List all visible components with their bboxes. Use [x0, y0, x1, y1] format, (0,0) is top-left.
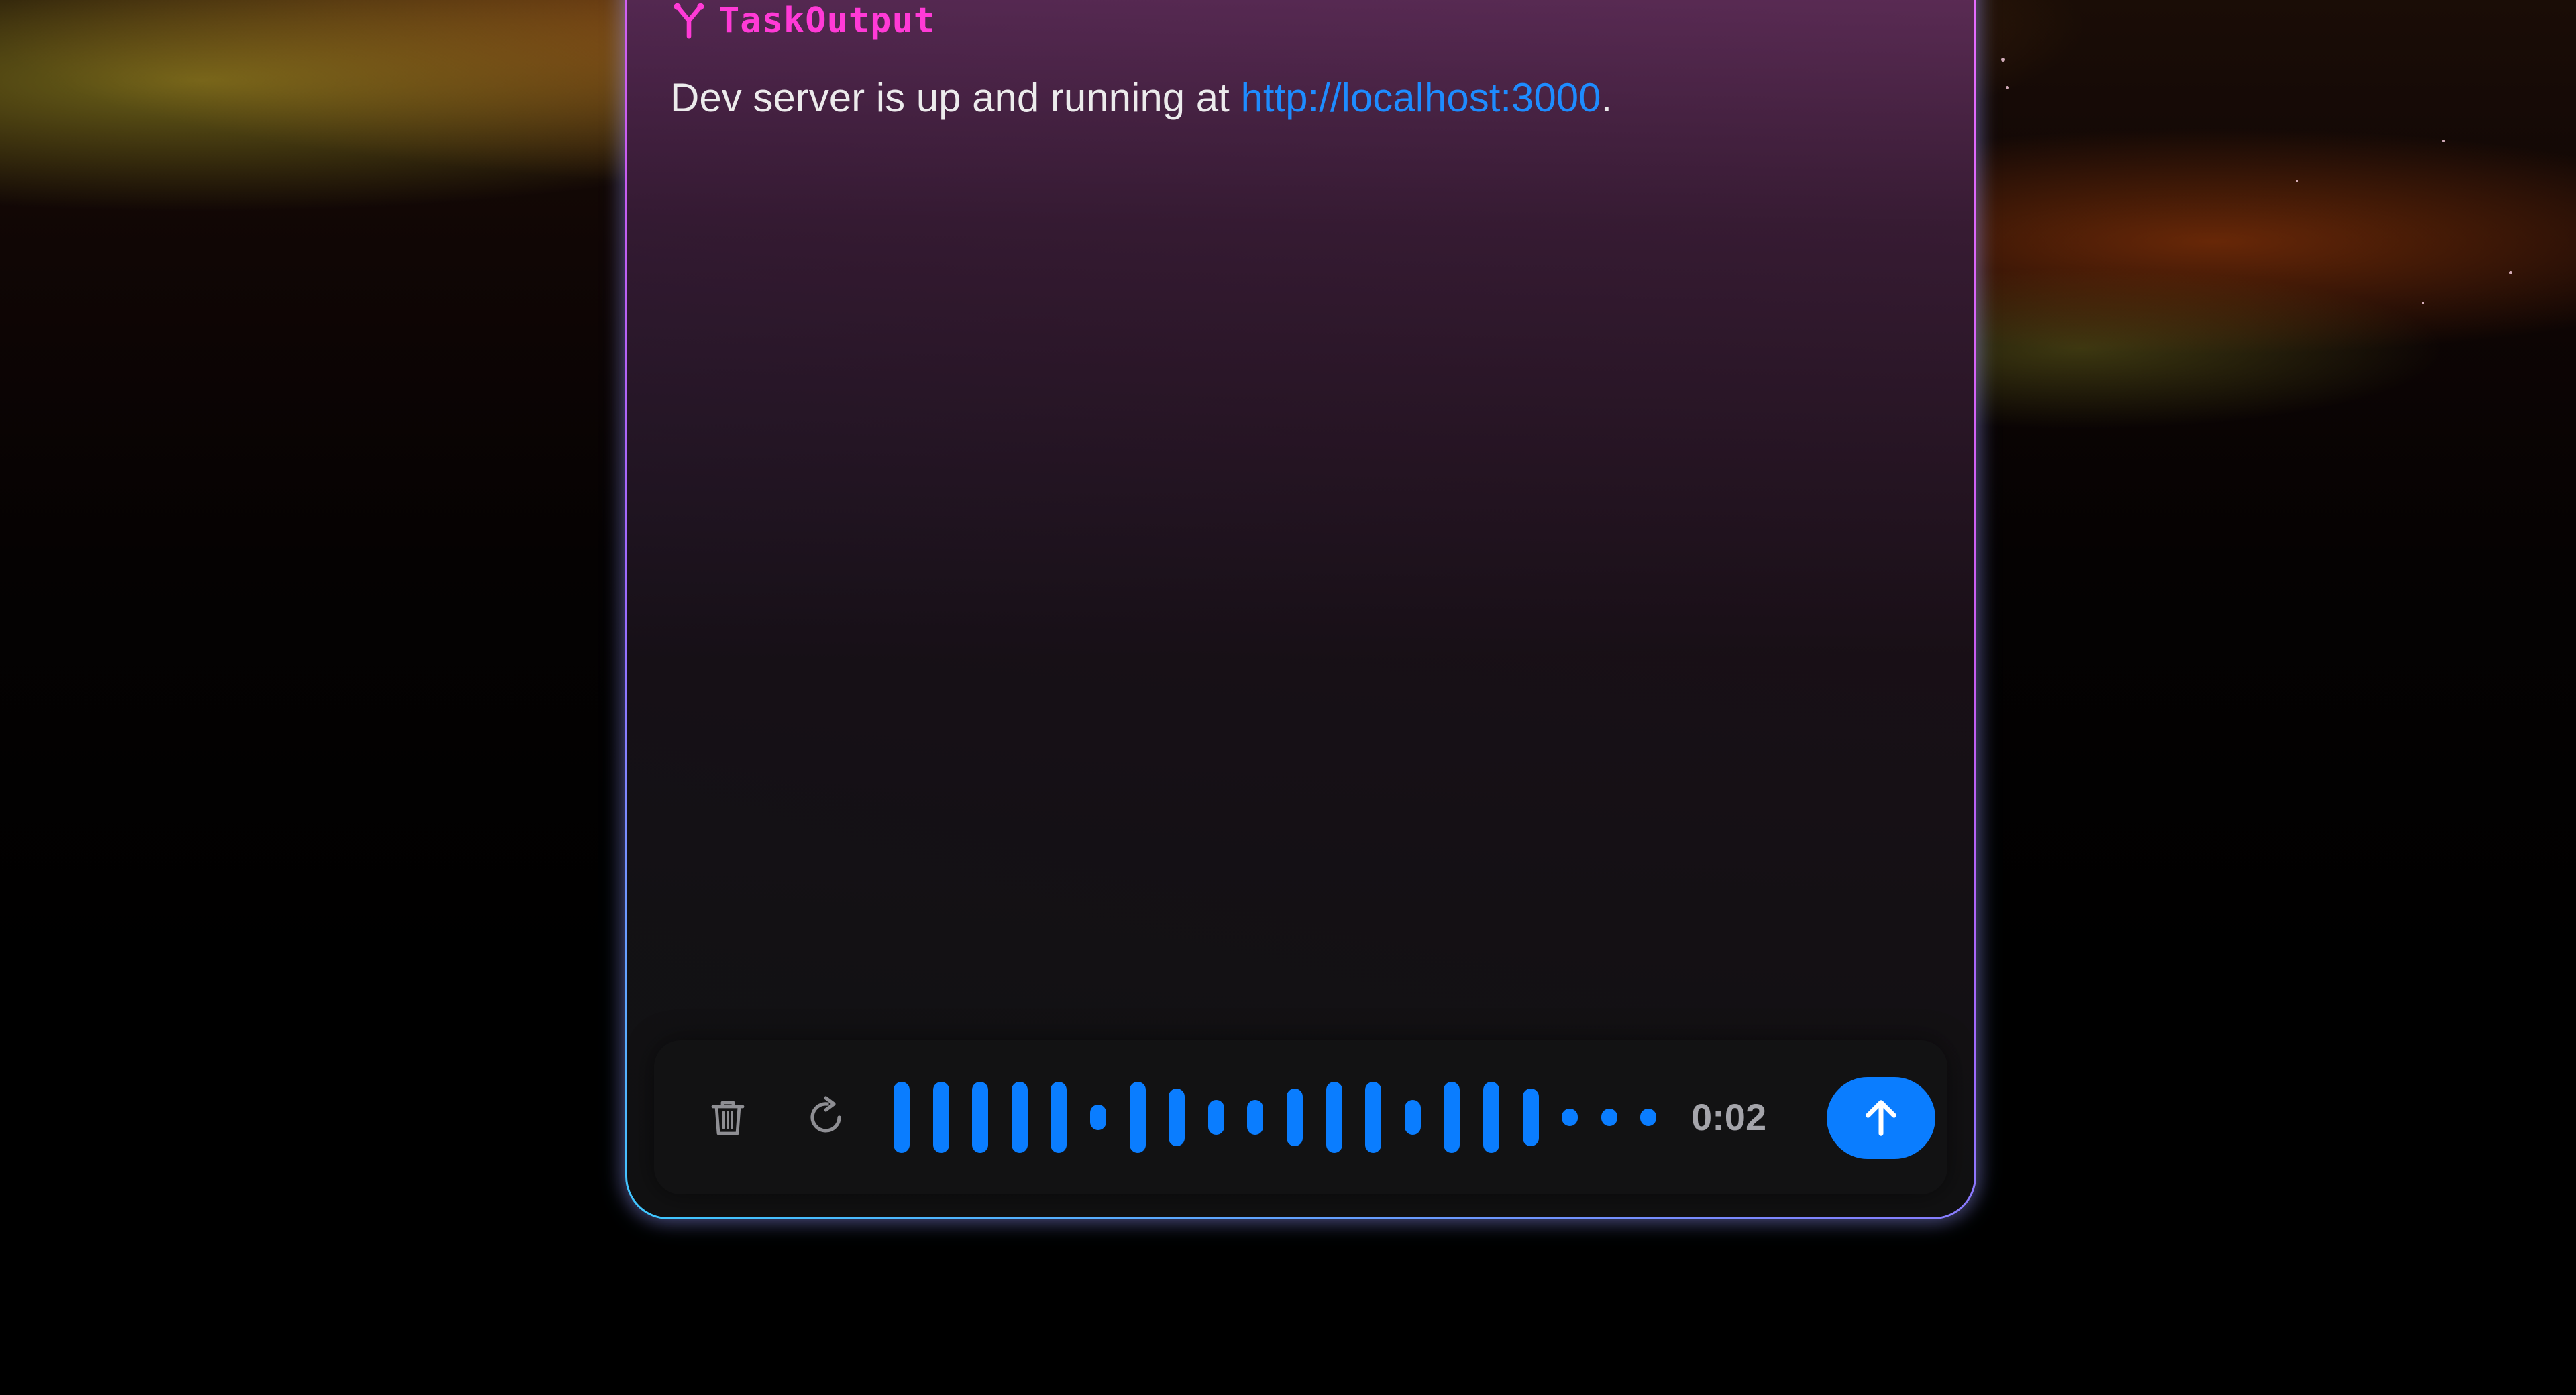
star [2006, 86, 2009, 89]
waveform-bar [1208, 1100, 1224, 1135]
chat-panel-body: TaskOutput Dev server is up and running … [627, 0, 1974, 1217]
waveform-bar [1247, 1100, 1264, 1135]
waveform-bar [932, 1081, 949, 1154]
message-text: Dev server is up and running at [670, 75, 1241, 120]
send-button[interactable] [1827, 1077, 1935, 1159]
recording-timer: 0:02 [1691, 1096, 1767, 1138]
star [2442, 140, 2445, 142]
delete-recording-button[interactable] [701, 1091, 755, 1144]
tool-output-message: Dev server is up and running at http://l… [670, 74, 1612, 121]
waveform-bar [1404, 1100, 1421, 1135]
star [2509, 271, 2512, 274]
waveform-bar [1326, 1081, 1342, 1154]
audio-waveform [894, 1074, 1685, 1161]
message-suffix: . [1601, 75, 1613, 120]
waveform-bar [1562, 1109, 1578, 1126]
waveform-bar [1444, 1081, 1460, 1154]
rotate-cw-icon [810, 1096, 841, 1133]
waveform-bar [1287, 1089, 1303, 1146]
trash-icon [711, 1101, 745, 1135]
waveform-bar [1129, 1081, 1146, 1154]
waveform-bar [1169, 1089, 1185, 1146]
star [2296, 180, 2298, 182]
waveform-bar [1640, 1109, 1657, 1126]
voice-recorder-bar: 0:02 [654, 1040, 1947, 1194]
star [2422, 302, 2424, 304]
branch-icon [674, 3, 704, 39]
waveform-bar [1090, 1104, 1106, 1131]
tool-output-header: TaskOutput [672, 1, 935, 41]
arrow-up-icon [1866, 1100, 1896, 1136]
waveform-bar [1051, 1081, 1067, 1154]
waveform-bar [1522, 1089, 1539, 1146]
waveform-bar [1483, 1081, 1499, 1154]
waveform-bar [1011, 1081, 1028, 1154]
chat-panel: TaskOutput Dev server is up and running … [625, 0, 1976, 1219]
waveform-bar [1601, 1109, 1617, 1126]
waveform-bar [1365, 1081, 1382, 1154]
star [2001, 58, 2005, 62]
rerecord-button[interactable] [800, 1091, 854, 1144]
desktop-background: TaskOutput Dev server is up and running … [0, 0, 2576, 1395]
waveform-bar [894, 1081, 910, 1154]
tool-name: TaskOutput [718, 1, 936, 41]
localhost-link[interactable]: http://localhost:3000 [1240, 75, 1601, 120]
waveform-bar [972, 1081, 989, 1154]
